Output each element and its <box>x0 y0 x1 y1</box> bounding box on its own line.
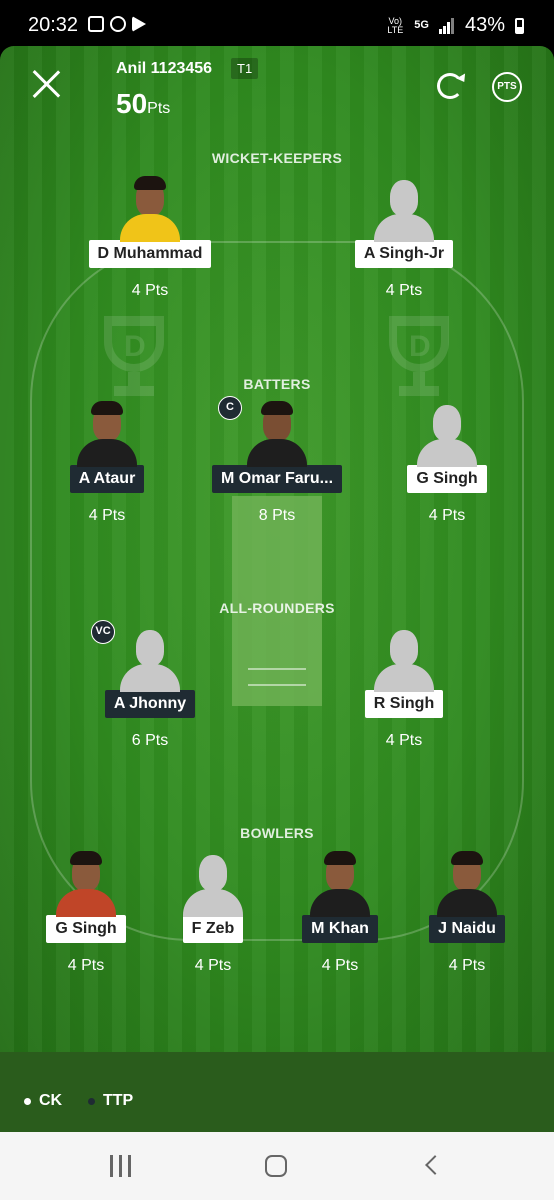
player-name: D Muhammad <box>88 240 212 268</box>
team-tag: T1 <box>231 58 259 79</box>
player-name: M Omar Faru... <box>211 465 343 493</box>
player-name: R Singh <box>364 690 444 718</box>
total-points-unit: Pts <box>147 100 171 117</box>
total-points-value: 50 <box>116 88 148 119</box>
recent-apps-icon[interactable] <box>110 1155 132 1177</box>
legend-ttp-dot <box>88 1097 95 1105</box>
player-card[interactable]: G Singh 4 Pts <box>377 401 517 525</box>
refresh-icon[interactable] <box>437 73 463 99</box>
player-avatar <box>50 851 122 917</box>
player-avatar <box>114 176 186 242</box>
legend-ck: CK <box>24 1092 62 1110</box>
player-points: 4 Pts <box>131 282 169 299</box>
player-name: J Naidu <box>429 915 505 943</box>
player-points: 4 Pts <box>385 282 423 299</box>
player-avatar-placeholder <box>411 401 483 467</box>
player-name: G Singh <box>46 915 126 943</box>
status-time: 20:32 <box>28 14 79 36</box>
gallery-icon <box>88 16 104 32</box>
player-points: 4 Pts <box>67 957 105 974</box>
signal-icon <box>438 17 455 34</box>
cricket-field: Anil 1123456 T1 50Pts PTS WICKET-KEEPERS… <box>0 46 554 1056</box>
player-avatar-placeholder <box>177 851 249 917</box>
section-batters: BATTERS <box>243 376 311 392</box>
player-avatar-placeholder <box>368 176 440 242</box>
player-card[interactable]: G Singh 4 Pts <box>16 851 156 975</box>
player-card[interactable]: R Singh 4 Pts <box>334 626 474 750</box>
player-avatar-placeholder <box>368 626 440 692</box>
player-card[interactable]: D Muhammad 4 Pts <box>80 176 220 300</box>
player-card[interactable]: A Jhonny 6 Pts <box>80 626 220 750</box>
back-icon[interactable] <box>425 1155 445 1175</box>
battery-percent: 43% <box>464 14 505 36</box>
notification-icons <box>88 16 146 32</box>
battery-icon <box>515 17 524 34</box>
player-points: 4 Pts <box>385 732 423 749</box>
pts-button[interactable]: PTS <box>492 72 522 102</box>
status-right: Vo) LTE 5G 43% <box>386 14 524 37</box>
section-wicket-keepers: WICKET-KEEPERS <box>211 150 343 166</box>
player-name: A Jhonny <box>104 690 196 718</box>
legend-ck-dot <box>24 1097 31 1105</box>
player-points: 6 Pts <box>131 732 169 749</box>
status-bar: 20:32 Vo) LTE 5G 43% <box>0 0 554 50</box>
play-store-icon <box>132 16 146 32</box>
network-5g-indicator: 5G <box>414 19 429 31</box>
player-name: A Singh-Jr <box>354 240 454 268</box>
player-avatar-placeholder <box>114 626 186 692</box>
system-nav-bar <box>0 1132 554 1200</box>
legend-ttp: TTP <box>88 1092 133 1110</box>
legend-ck-label: CK <box>39 1092 63 1109</box>
player-name: G Singh <box>407 465 487 493</box>
player-card[interactable]: M Khan 4 Pts <box>270 851 410 975</box>
player-points: 4 Pts <box>428 507 466 524</box>
player-card[interactable]: A Ataur 4 Pts <box>37 401 177 525</box>
crease-line <box>248 668 306 670</box>
player-avatar <box>304 851 376 917</box>
player-points: 4 Pts <box>88 507 126 524</box>
chat-icon <box>110 16 126 32</box>
legend-ttp-label: TTP <box>103 1092 134 1109</box>
section-all-rounders: ALL-ROUNDERS <box>219 600 335 616</box>
player-name: A Ataur <box>69 465 145 493</box>
legend-bar: CK TTP <box>0 1052 554 1132</box>
player-points: 4 Pts <box>194 957 232 974</box>
player-avatar <box>241 401 313 467</box>
home-icon[interactable] <box>265 1155 287 1177</box>
player-name: M Khan <box>302 915 378 943</box>
player-name: F Zeb <box>182 915 244 943</box>
player-points: 4 Pts <box>448 957 486 974</box>
player-card[interactable]: A Singh-Jr 4 Pts <box>334 176 474 300</box>
team-name: Anil 1123456 <box>116 60 213 77</box>
player-points: 4 Pts <box>321 957 359 974</box>
section-bowlers: BOWLERS <box>240 825 314 841</box>
player-card[interactable]: F Zeb 4 Pts <box>143 851 283 975</box>
volte-indicator: Vo) LTE <box>387 15 404 35</box>
total-points: 50Pts <box>116 88 170 120</box>
player-avatar <box>71 401 143 467</box>
close-icon[interactable] <box>30 68 62 100</box>
crease-line <box>248 684 306 686</box>
player-avatar <box>431 851 503 917</box>
player-card[interactable]: M Omar Faru... 8 Pts <box>207 401 347 525</box>
player-points: 8 Pts <box>258 507 296 524</box>
player-card[interactable]: J Naidu 4 Pts <box>397 851 537 975</box>
